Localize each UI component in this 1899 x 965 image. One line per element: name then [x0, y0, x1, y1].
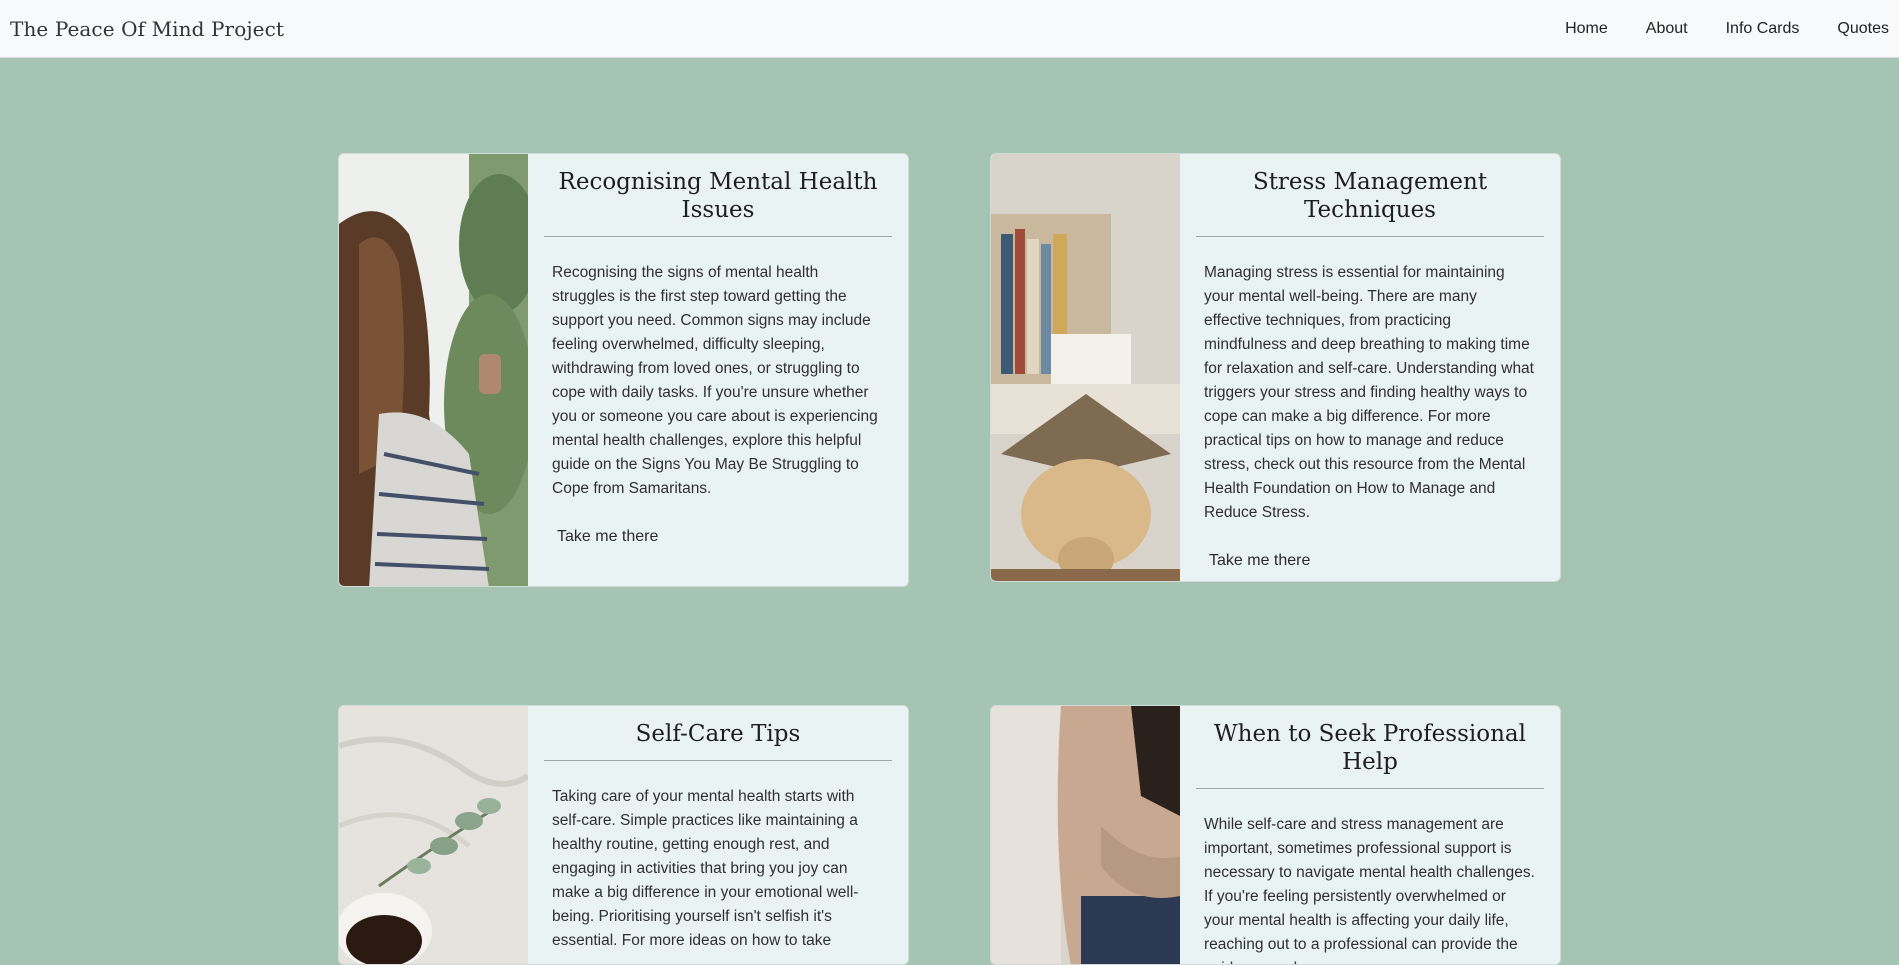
card-body: When to Seek Professional Help While sel… — [1180, 706, 1560, 964]
card-title: Stress Management Techniques — [1196, 168, 1544, 237]
woman-long-hair-image — [339, 154, 528, 586]
card-text: Managing stress is essential for maintai… — [1204, 264, 1534, 521]
take-me-there-link[interactable]: Take me there — [557, 528, 658, 546]
card-text: Taking care of your mental health starts… — [552, 788, 859, 949]
card-body: Stress Management Techniques Managing st… — [1180, 154, 1560, 581]
brand-title[interactable]: The Peace Of Mind Project — [10, 17, 284, 41]
info-card-professional-help: When to Seek Professional Help While sel… — [990, 705, 1561, 965]
card-title: Self-Care Tips — [544, 720, 892, 761]
info-card-recognising: Recognising Mental Health Issues Recogni… — [338, 153, 909, 587]
person-book-on-head-image — [991, 154, 1180, 581]
card-title: Recognising Mental Health Issues — [544, 168, 892, 237]
card-text: Recognising the signs of mental health s… — [552, 264, 878, 497]
info-card-self-care: Self-Care Tips Taking care of your menta… — [338, 705, 909, 965]
card-body: Recognising Mental Health Issues Recogni… — [528, 154, 908, 586]
info-card-stress: Stress Management Techniques Managing st… — [990, 153, 1561, 582]
card-body: Self-Care Tips Taking care of your menta… — [528, 706, 908, 964]
nav-link-quotes[interactable]: Quotes — [1837, 20, 1889, 38]
nav-link-about[interactable]: About — [1646, 20, 1688, 38]
take-me-there-link[interactable]: Take me there — [1209, 552, 1310, 570]
person-sitting-image — [991, 706, 1180, 964]
navbar: The Peace Of Mind Project Home About Inf… — [0, 0, 1899, 58]
card-text: While self-care and stress management ar… — [1204, 816, 1535, 964]
card-title: When to Seek Professional Help — [1196, 720, 1544, 789]
coffee-and-plant-image — [339, 706, 528, 964]
nav-link-info-cards[interactable]: Info Cards — [1726, 20, 1800, 38]
nav-link-home[interactable]: Home — [1565, 20, 1608, 38]
nav-links: Home About Info Cards Quotes — [1565, 0, 1889, 57]
